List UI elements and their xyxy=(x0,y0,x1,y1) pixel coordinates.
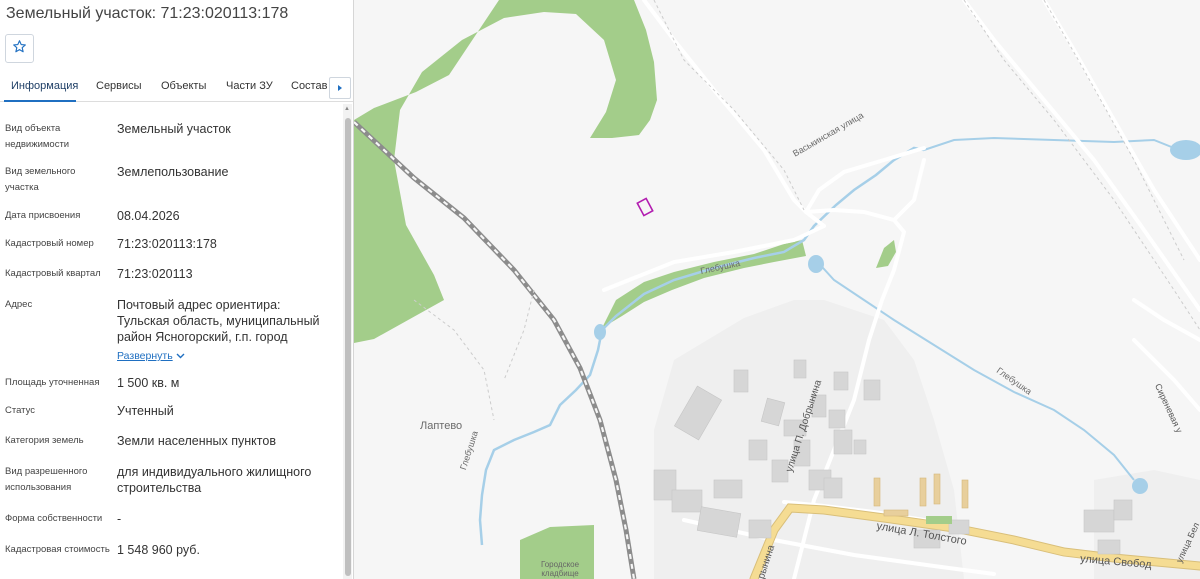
field-value: 1 548 960 руб. xyxy=(117,543,200,557)
field-value: - xyxy=(117,512,122,526)
pond-river-bend xyxy=(594,324,606,340)
caret-right-icon xyxy=(336,79,344,97)
pond-east xyxy=(1132,478,1148,494)
panel-title: Земельный участок: 71:23:020113:178 xyxy=(6,5,289,22)
field-label: Вид разрешенного использования xyxy=(5,466,88,493)
field-value: для индивидуального жилищного строительс… xyxy=(117,465,312,495)
field-label: Кадастровый номер xyxy=(5,238,94,249)
pond-small xyxy=(808,255,824,273)
field-value: Землепользование xyxy=(117,165,229,179)
field-label: Дата присвоения xyxy=(5,210,81,221)
expand-label: Развернуть xyxy=(117,350,173,362)
field-label: Категория земель xyxy=(5,435,84,446)
map-view[interactable]: Лаптево Васькинская улица Глебушка Глебу… xyxy=(354,0,1200,579)
tabs-next-button[interactable] xyxy=(329,77,351,99)
field-label: Кадастровая стоимость xyxy=(5,544,110,555)
field-value: Земли населенных пунктов xyxy=(117,434,276,448)
info-fields: Вид объекта недвижимости Земельный участ… xyxy=(0,102,342,579)
field-value: 71:23:020113:178 xyxy=(117,237,217,251)
tab-objects[interactable]: Объекты xyxy=(161,80,206,92)
scroll-up-arrow-icon[interactable]: ▲ xyxy=(344,106,350,112)
field-label: Вид объекта недвижимости xyxy=(5,123,70,150)
expand-address-link[interactable]: Развернуть xyxy=(117,347,337,364)
panel-scrollbar-thumb[interactable] xyxy=(345,118,351,576)
favorite-button[interactable] xyxy=(5,34,34,63)
field-value: 71:23:020113 xyxy=(117,267,193,281)
star-icon xyxy=(12,39,27,59)
field-value: 08.04.2026 xyxy=(117,209,180,223)
field-label: Адрес xyxy=(5,299,33,310)
green-strip xyxy=(926,516,952,524)
object-info-panel: Земельный участок: 71:23:020113:178 Инфо… xyxy=(0,0,354,579)
tab-bar: Информация Сервисы Объекты Части ЗУ Сост… xyxy=(0,74,353,102)
chevron-down-icon xyxy=(176,348,185,364)
field-value: Земельный участок xyxy=(117,122,231,136)
field-label: Вид земельного участка xyxy=(5,166,76,193)
field-value: 1 500 кв. м xyxy=(117,376,180,390)
label-laptevo: Лаптево xyxy=(420,420,463,432)
field-value: Почтовый адрес ориентира: Тульская облас… xyxy=(117,298,320,344)
tab-services[interactable]: Сервисы xyxy=(96,80,142,92)
tab-composition[interactable]: Состав xyxy=(291,80,327,92)
label-city-cemetery: Городское кладбище xyxy=(540,560,580,578)
tab-information[interactable]: Информация xyxy=(11,80,78,92)
field-label: Кадастровый квартал xyxy=(5,268,101,279)
field-value: Учтенный xyxy=(117,404,174,418)
field-label: Статус xyxy=(5,405,36,416)
map-canvas[interactable] xyxy=(354,0,1200,579)
field-label: Форма собственности xyxy=(5,513,103,524)
field-label: Площадь уточненная xyxy=(5,377,100,388)
tab-parcel-parts[interactable]: Части ЗУ xyxy=(226,80,273,92)
